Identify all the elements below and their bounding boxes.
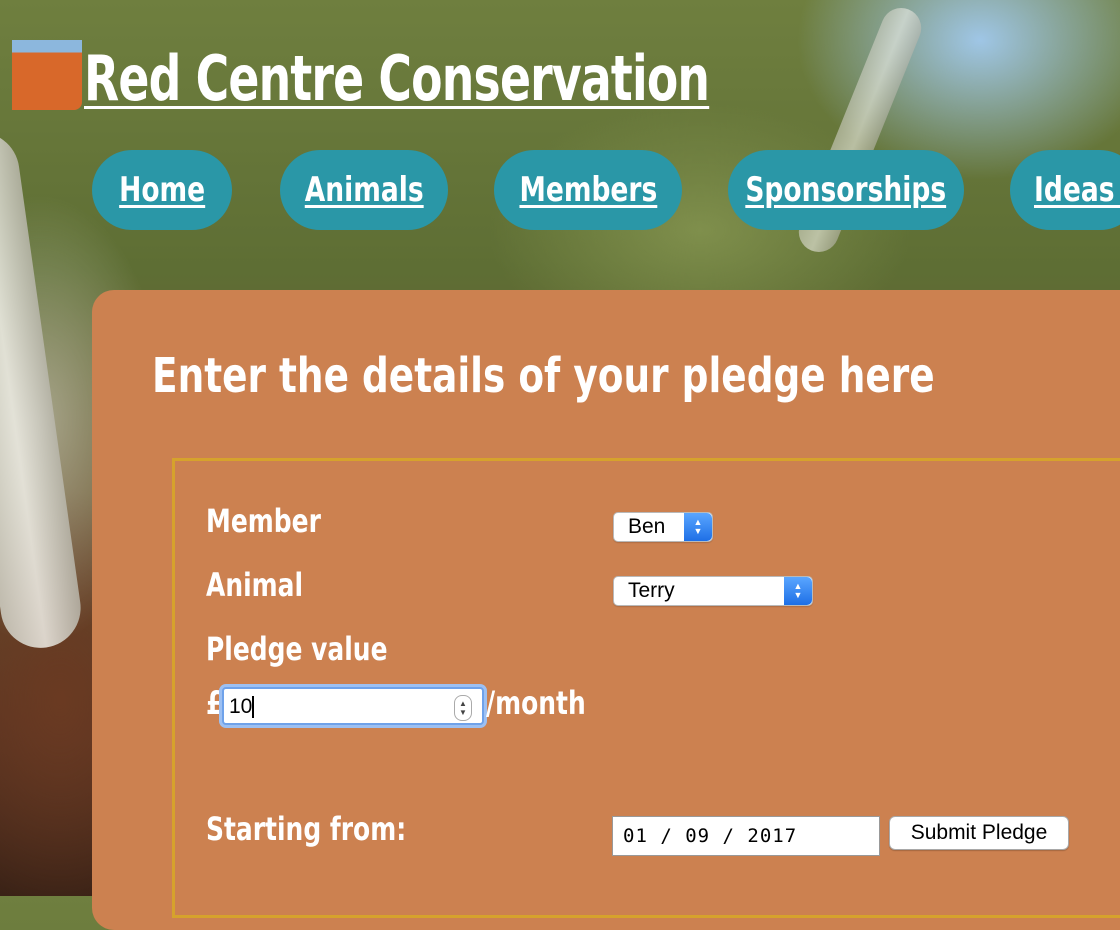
nav-ideas-label: Ideas f xyxy=(1034,170,1120,210)
nav-animals-label: Animals xyxy=(304,170,424,210)
select-chevron-icon: ▲ ▼ xyxy=(784,577,812,605)
pledge-period: /month xyxy=(486,684,586,722)
pledge-value-input[interactable]: 10 ▲ ▼ xyxy=(222,687,484,725)
nav-sponsorships[interactable]: Sponsorships xyxy=(728,150,964,230)
pledge-heading: Enter the details of your pledge here xyxy=(152,348,935,404)
animal-label: Animal xyxy=(206,566,304,604)
member-select-value: Ben xyxy=(628,515,666,538)
select-chevron-icon: ▲ ▼ xyxy=(684,513,712,541)
member-select[interactable]: Ben ▲ ▼ xyxy=(613,512,713,542)
stepper-icon[interactable]: ▲ ▼ xyxy=(454,695,472,721)
nav-home-label: Home xyxy=(118,170,206,210)
nav-members-label: Members xyxy=(519,170,657,210)
site-title-link[interactable]: Red Centre Conservation xyxy=(84,44,710,114)
nav-home[interactable]: Home xyxy=(92,150,232,230)
tree-trunk-decoration xyxy=(0,126,86,654)
submit-pledge-button[interactable]: Submit Pledge xyxy=(889,816,1069,850)
pledge-value-text: 10 xyxy=(229,695,253,718)
nav-animals[interactable]: Animals xyxy=(280,150,448,230)
site-logo[interactable] xyxy=(12,40,82,110)
currency-symbol: £ xyxy=(206,684,224,722)
site-header: Red Centre Conservation xyxy=(12,40,846,114)
pledge-value-label: Pledge value xyxy=(206,630,388,668)
start-date-label: Starting from: xyxy=(206,810,407,848)
nav-members[interactable]: Members xyxy=(494,150,682,230)
text-caret xyxy=(252,696,254,718)
member-label: Member xyxy=(206,502,321,540)
start-date-input[interactable]: 01 / 09 / 2017 xyxy=(612,816,880,856)
nav-sponsorships-label: Sponsorships xyxy=(745,170,947,210)
animal-select-value: Terry xyxy=(628,579,675,602)
nav-ideas[interactable]: Ideas f xyxy=(1010,150,1120,230)
animal-select[interactable]: Terry ▲ ▼ xyxy=(613,576,813,606)
